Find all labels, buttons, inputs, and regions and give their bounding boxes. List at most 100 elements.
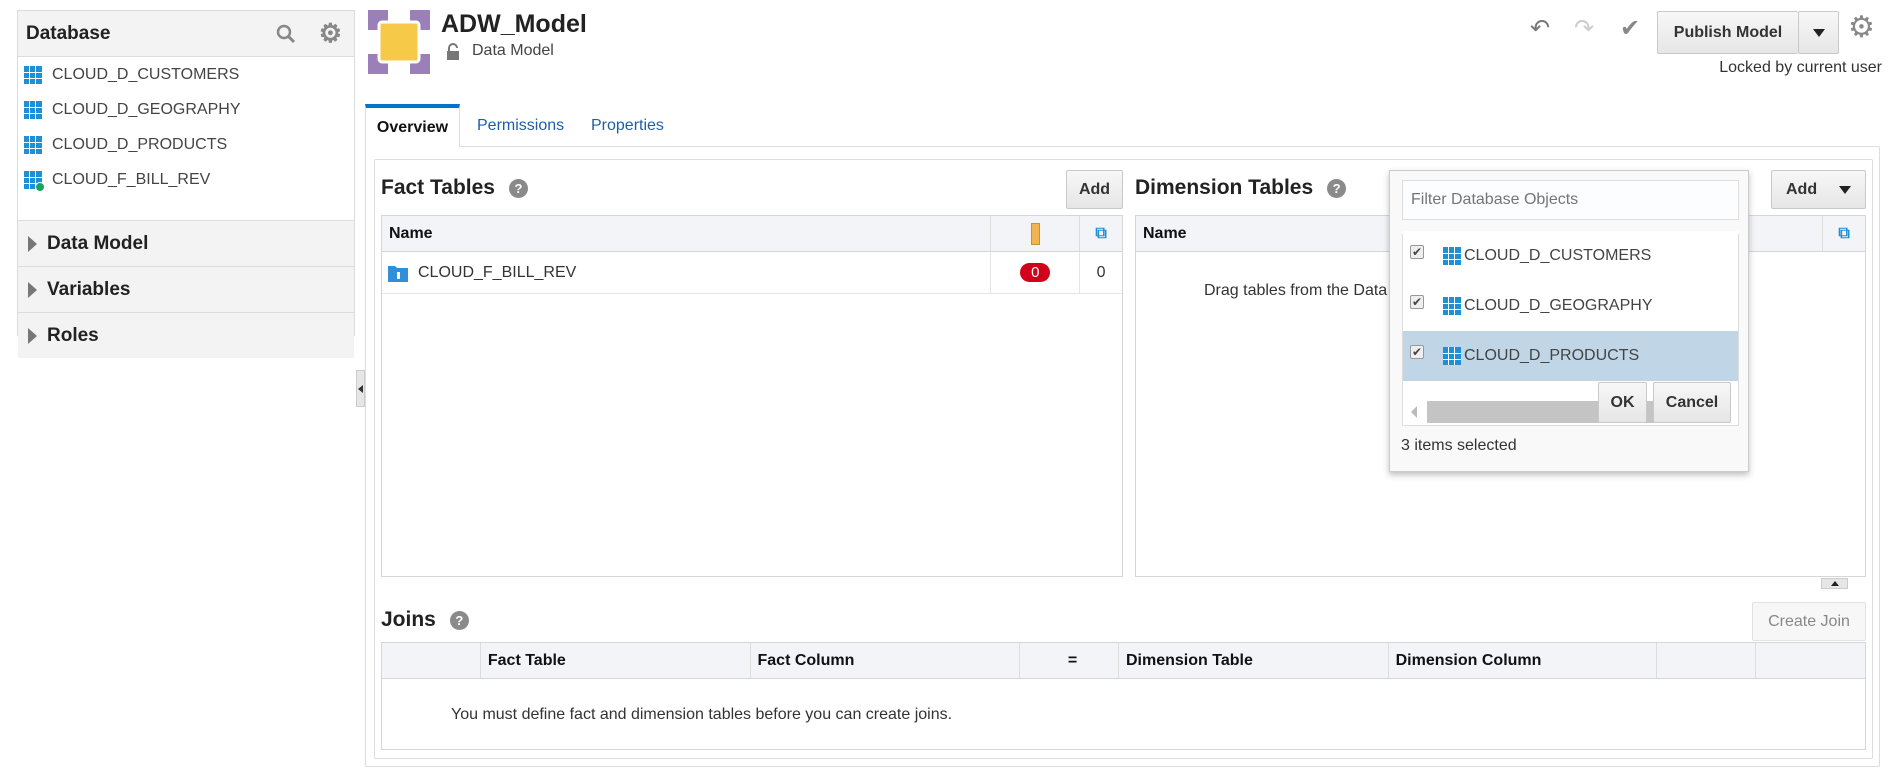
table-row[interactable]: CLOUD_F_BILL_REV 0 0 xyxy=(382,252,1122,294)
publish-menu-button[interactable] xyxy=(1798,11,1839,54)
checkbox[interactable]: ✔ xyxy=(1410,295,1424,309)
lock-icon xyxy=(447,42,459,60)
column-name[interactable]: Name xyxy=(382,216,992,251)
tab-overview[interactable]: Overview xyxy=(365,104,460,147)
checkbox[interactable]: ✔ xyxy=(1410,245,1424,259)
popup-item-label: CLOUD_D_PRODUCTS xyxy=(1464,347,1640,364)
joins-empty-message: You must define fact and dimension table… xyxy=(451,706,953,723)
chevron-down-icon xyxy=(1812,28,1825,37)
fact-tables-title: Fact Tables xyxy=(381,176,495,199)
dimension-empty-message: Drag tables from the Data xyxy=(1204,282,1388,299)
fact-name-cell: CLOUD_F_BILL_REV xyxy=(382,252,992,293)
popup-list-item[interactable]: ✔ CLOUD_D_PRODUCTS xyxy=(1403,331,1738,381)
sidebar-item-label: CLOUD_D_CUSTOMERS xyxy=(52,65,240,83)
model-subtitle: Data Model xyxy=(472,42,554,59)
fact-tables-grid: Name ⧉ CLOUD_F_BILL_REV 0 0 xyxy=(381,215,1123,577)
accordion-data-model[interactable]: Data Model xyxy=(18,220,354,266)
popup-list-item[interactable]: ✔ CLOUD_D_CUSTOMERS xyxy=(1403,231,1738,281)
join-column-header[interactable] xyxy=(1756,643,1865,678)
gear-icon[interactable]: ⚙ xyxy=(319,18,342,49)
fact-tables-heading: Fact Tables? xyxy=(381,176,528,200)
add-dimension-popup: ✔ CLOUD_D_CUSTOMERS ✔ CLOUD_D_GEOGRAPHY ✔ CLO… xyxy=(1389,170,1749,472)
joins-grid: Fact Table Fact Column = Dimension Table Dim… xyxy=(381,642,1866,750)
fact-table-icon xyxy=(388,265,408,282)
collapse-sidebar-handle[interactable] xyxy=(356,370,365,407)
table-icon xyxy=(24,100,42,119)
table-icon xyxy=(1443,297,1461,315)
dimension-tables-heading: Dimension Tables? xyxy=(1135,176,1347,200)
database-header: Database ⚙ xyxy=(18,11,354,57)
tab-permissions[interactable]: Permissions xyxy=(477,117,564,135)
table-used-icon xyxy=(24,170,45,192)
join-column-header[interactable]: Fact Column xyxy=(751,643,1021,678)
join-column-header[interactable] xyxy=(382,643,481,678)
scroll-left-icon[interactable] xyxy=(1411,406,1417,418)
help-icon[interactable]: ? xyxy=(508,178,528,198)
search-icon[interactable] xyxy=(275,23,297,45)
join-column-header[interactable] xyxy=(1657,643,1757,678)
popup-item-label: CLOUD_D_GEOGRAPHY xyxy=(1464,297,1653,314)
accordion-roles[interactable]: Roles xyxy=(18,312,354,358)
chevron-down-icon xyxy=(1839,185,1851,194)
help-icon[interactable]: ? xyxy=(449,610,469,630)
undo-icon[interactable]: ↶ xyxy=(1530,14,1550,43)
ruler-icon xyxy=(991,216,1081,251)
accordion-label: Variables xyxy=(47,278,131,300)
table-icon xyxy=(24,65,42,84)
joins-icon: ⧉ xyxy=(1838,224,1850,242)
validate-check-icon[interactable]: ✔ xyxy=(1620,14,1640,43)
join-count: 0 xyxy=(1096,263,1106,281)
sidebar-item-label: CLOUD_D_GEOGRAPHY xyxy=(52,100,241,118)
join-column-header[interactable]: Dimension Column xyxy=(1389,643,1658,678)
sidebar-item-label: CLOUD_F_BILL_REV xyxy=(52,170,211,188)
join-column-header[interactable]: Fact Table xyxy=(481,643,751,678)
ok-button[interactable]: OK xyxy=(1598,382,1647,423)
publish-model-button[interactable]: Publish Model xyxy=(1657,11,1798,54)
selection-status: 3 items selected xyxy=(1401,437,1517,454)
accordion-variables[interactable]: Variables xyxy=(18,266,354,312)
sidebar-item[interactable]: CLOUD_D_CUSTOMERS xyxy=(18,57,354,92)
joins-icon: ⧉ xyxy=(1095,224,1107,242)
expand-icon xyxy=(28,235,37,252)
settings-gear-icon[interactable]: ⚙ xyxy=(1848,10,1875,45)
error-badge: 0 xyxy=(1020,263,1051,282)
sidebar-item[interactable]: CLOUD_F_BILL_REV xyxy=(18,162,354,197)
database-panel: Database ⚙ CLOUD_D_CUSTOMERS CLOUD_D_GEOG… xyxy=(17,10,355,358)
table-icon xyxy=(1443,347,1461,365)
join-column-header[interactable]: = xyxy=(1020,643,1119,678)
data-model-logo xyxy=(368,10,430,74)
add-label: Add xyxy=(1786,180,1818,198)
fact-table-name[interactable]: CLOUD_F_BILL_REV xyxy=(418,264,576,282)
model-title: ADW_Model xyxy=(441,10,587,38)
database-title: Database xyxy=(26,22,111,44)
sidebar-item-label: CLOUD_D_PRODUCTS xyxy=(52,135,228,153)
create-join-button[interactable]: Create Join xyxy=(1752,602,1866,641)
help-icon[interactable]: ? xyxy=(1327,178,1347,198)
sidebar-item[interactable]: CLOUD_D_GEOGRAPHY xyxy=(18,92,354,127)
model-subtitle-row: Data Model xyxy=(446,42,554,60)
tab-properties[interactable]: Properties xyxy=(591,117,664,135)
expand-icon xyxy=(28,281,37,298)
sidebar-item[interactable]: CLOUD_D_PRODUCTS xyxy=(18,127,354,162)
cancel-button[interactable]: Cancel xyxy=(1653,382,1731,423)
dimension-tables-title: Dimension Tables xyxy=(1135,176,1314,199)
lock-status: Locked by current user xyxy=(1719,59,1882,76)
redo-icon[interactable]: ↷ xyxy=(1574,14,1594,43)
table-icon xyxy=(1443,247,1461,265)
popup-list-item[interactable]: ✔ CLOUD_D_GEOGRAPHY xyxy=(1403,281,1738,331)
table-icon xyxy=(24,135,42,154)
joins-heading: Joins? xyxy=(381,608,469,632)
join-column-header[interactable]: Dimension Table xyxy=(1119,643,1389,678)
joins-grid-header: Fact Table Fact Column = Dimension Table Dim… xyxy=(382,643,1865,679)
measure-badge-cell: 0 xyxy=(991,252,1081,293)
dimension-add-button[interactable]: Add xyxy=(1771,170,1866,209)
popup-item-label: CLOUD_D_CUSTOMERS xyxy=(1464,247,1652,264)
fact-add-button[interactable]: Add xyxy=(1066,170,1123,209)
collapse-up-button[interactable] xyxy=(1821,578,1848,589)
filter-database-objects-input[interactable] xyxy=(1402,180,1739,220)
accordion-label: Data Model xyxy=(47,232,149,254)
fact-grid-header: Name ⧉ xyxy=(382,216,1122,252)
accordion-label: Roles xyxy=(47,324,99,346)
joins-title: Joins xyxy=(381,608,436,631)
checkbox[interactable]: ✔ xyxy=(1410,345,1424,359)
